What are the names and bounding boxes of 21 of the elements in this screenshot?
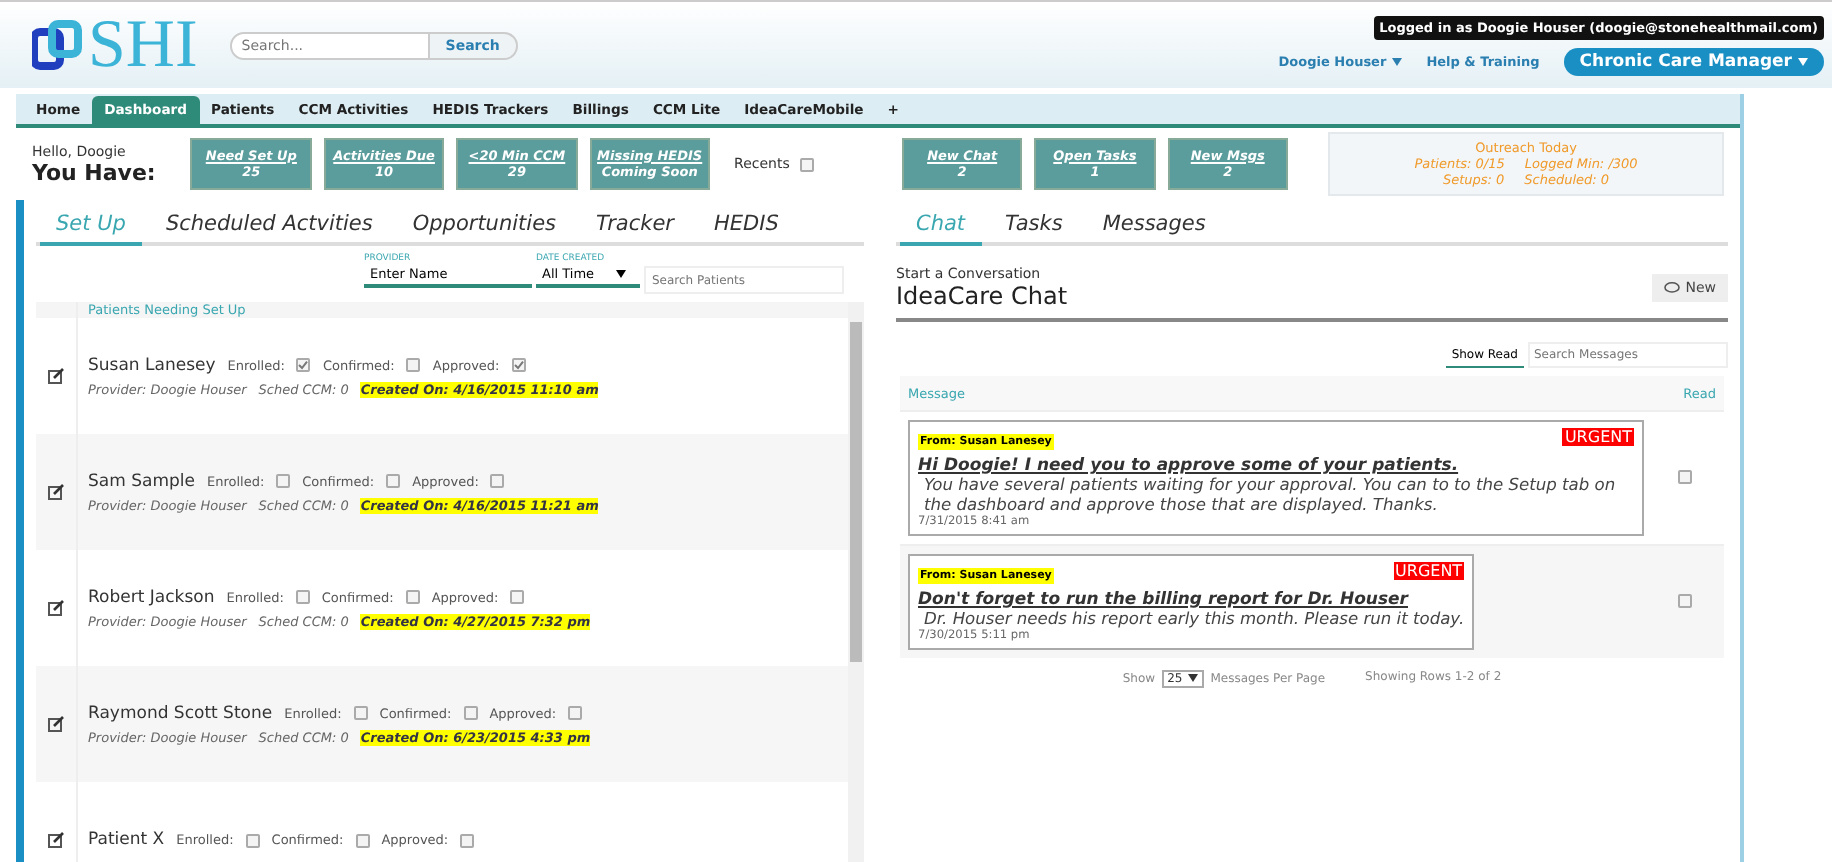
tab[interactable]: HEDIS	[698, 212, 795, 246]
urgent-badge: URGENT	[1393, 561, 1465, 580]
message-subject: Hi Doogie! I need you to approve some of your patients.	[918, 456, 1461, 476]
role-dropdown[interactable]: Chronic Care Manager	[1563, 47, 1824, 75]
message-body: You have several patients waiting for your approval. You can to to the Setup tab on the dashboard and approve those that are displayed. Thanks.	[922, 476, 1618, 515]
logo-text: SHI	[88, 11, 198, 79]
tab[interactable]: Messages	[1086, 212, 1222, 246]
patient-name[interactable]: Susan Lanesey	[88, 355, 216, 375]
patient-name[interactable]: Robert Jackson	[88, 587, 215, 607]
tab[interactable]: Scheduled Actvities	[149, 212, 389, 246]
patient-name[interactable]: Raymond Scott Stone	[88, 703, 273, 723]
patient-name[interactable]: Patient X	[88, 830, 165, 850]
patient-name[interactable]: Sam Sample	[88, 471, 195, 491]
tab[interactable]: Opportunities	[396, 212, 573, 246]
tab[interactable]: Tasks	[989, 212, 1079, 246]
urgent-badge: URGENT	[1562, 428, 1634, 446]
message-body: Dr. Houser needs his report early this month. Please run it today.	[922, 609, 1465, 629]
message-subject: Don't forget to run the billing report for Dr. Houser	[918, 589, 1411, 610]
chat-title: IdeaCare Chat	[896, 282, 1068, 310]
tab[interactable]: Tracker	[580, 212, 690, 246]
summary-heading: You Have:	[32, 159, 158, 185]
